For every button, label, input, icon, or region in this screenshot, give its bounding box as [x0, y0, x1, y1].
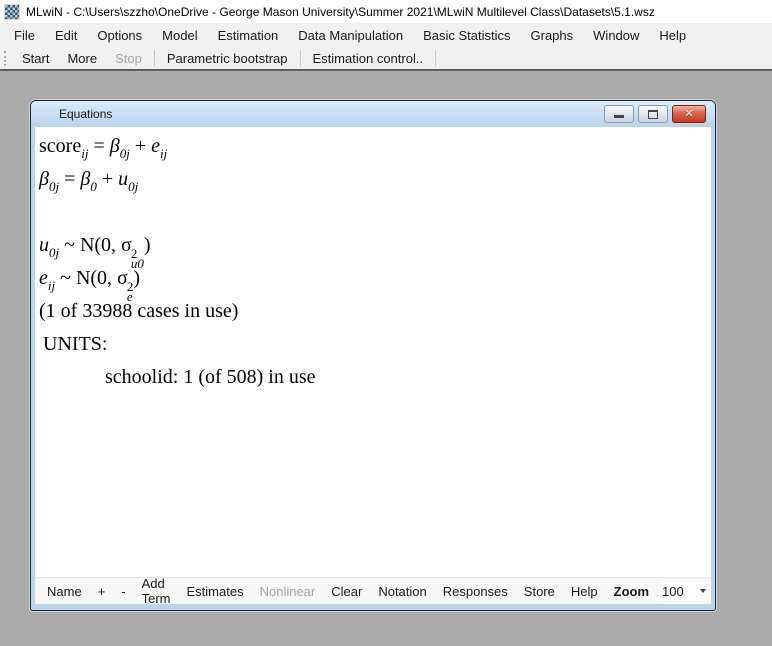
- menu-item-options[interactable]: Options: [87, 23, 152, 47]
- toolbar-button-parametric-bootstrap[interactable]: Parametric bootstrap: [158, 47, 297, 69]
- close-icon: ✕: [684, 109, 693, 120]
- menu-item-file[interactable]: File: [4, 23, 45, 47]
- equations-toolbar-button-add-term[interactable]: Add Term: [134, 578, 179, 604]
- equations-window: Equations ✕ scoreij = β0j + eijβ0j = β0 …: [30, 100, 716, 611]
- equations-window-title: Equations: [59, 107, 112, 121]
- toolbar-grip[interactable]: [4, 51, 9, 66]
- toolbar-button-start[interactable]: Start: [13, 47, 58, 69]
- main-toolbar: StartMoreStop Parametric bootstrap Estimat…: [0, 47, 772, 71]
- equations-toolbar: Name+-Add TermEstimatesNonlinearClearNot…: [35, 577, 711, 604]
- menu-item-window[interactable]: Window: [583, 23, 649, 47]
- equations-toolbar-button-name[interactable]: Name: [39, 578, 90, 604]
- menu-item-graphs[interactable]: Graphs: [521, 23, 584, 47]
- equation-line[interactable]: eij ~ N(0, σ2e): [39, 262, 711, 295]
- restore-icon: [648, 110, 658, 119]
- equations-toolbar-button-store[interactable]: Store: [516, 578, 563, 604]
- equation-line[interactable]: β0j = β0 + u0j: [39, 163, 711, 196]
- equations-toolbar-button-responses[interactable]: Responses: [435, 578, 516, 604]
- equation-line[interactable]: scoreij = β0j + eij: [39, 130, 711, 163]
- menu-bar: FileEditOptionsModelEstimationData Manip…: [0, 23, 772, 47]
- toolbar-button-more[interactable]: More: [58, 47, 106, 69]
- window-controls: ✕: [604, 105, 706, 123]
- menu-item-edit[interactable]: Edit: [45, 23, 87, 47]
- equations-content[interactable]: scoreij = β0j + eijβ0j = β0 + u0j u0j ~ N…: [35, 127, 711, 577]
- equations-toolbar-button-clear[interactable]: Clear: [323, 578, 370, 604]
- equation-line[interactable]: UNITS:: [39, 328, 711, 361]
- menu-item-estimation[interactable]: Estimation: [208, 23, 289, 47]
- equations-toolbar-button-estimates[interactable]: Estimates: [179, 578, 252, 604]
- equation-line[interactable]: (1 of 33988 cases in use): [39, 295, 711, 328]
- toolbar-separator: [154, 50, 155, 66]
- restore-button[interactable]: [638, 105, 668, 123]
- toolbar-separator: [435, 50, 436, 66]
- equations-toolbar-button-plus[interactable]: +: [90, 578, 114, 604]
- minimize-icon: [614, 115, 624, 118]
- equations-toolbar-items: Name+-Add TermEstimatesNonlinearClearNot…: [39, 578, 657, 604]
- menu-item-model[interactable]: Model: [152, 23, 207, 47]
- zoom-level-combobox[interactable]: 100: [658, 582, 711, 601]
- app-title: MLwiN - C:\Users\szzho\OneDrive - George…: [26, 5, 655, 19]
- equations-toolbar-button-minus[interactable]: -: [113, 578, 133, 604]
- app-titlebar[interactable]: MLwiN - C:\Users\szzho\OneDrive - George…: [0, 0, 772, 23]
- toolbar-button-estimation-control[interactable]: Estimation control..: [304, 47, 433, 69]
- close-button[interactable]: ✕: [672, 105, 706, 123]
- minimize-button[interactable]: [604, 105, 634, 123]
- equations-toolbar-button-zoom[interactable]: Zoom: [606, 578, 657, 604]
- equations-toolbar-button-nonlinear: Nonlinear: [252, 578, 324, 604]
- chevron-down-icon: [700, 589, 706, 593]
- zoom-level-value: 100: [662, 584, 684, 599]
- equation-line[interactable]: u0j ~ N(0, σ2u0): [39, 229, 711, 262]
- toolbar-button-stop: Stop: [106, 47, 151, 69]
- equation-blank-line: [39, 196, 711, 229]
- equations-toolbar-button-notation[interactable]: Notation: [370, 578, 434, 604]
- toolbar-separator: [300, 50, 301, 66]
- menu-item-help[interactable]: Help: [649, 23, 696, 47]
- equation-line[interactable]: schoolid: 1 (of 508) in use: [39, 361, 711, 394]
- menu-item-basic-statistics[interactable]: Basic Statistics: [413, 23, 520, 47]
- mdi-background: Equations ✕ scoreij = β0j + eijβ0j = β0 …: [0, 73, 772, 646]
- mlwin-app-icon: [5, 5, 19, 19]
- equations-toolbar-button-help[interactable]: Help: [563, 578, 606, 604]
- equations-window-titlebar[interactable]: Equations ✕: [31, 101, 715, 127]
- menu-item-data-manipulation[interactable]: Data Manipulation: [288, 23, 413, 47]
